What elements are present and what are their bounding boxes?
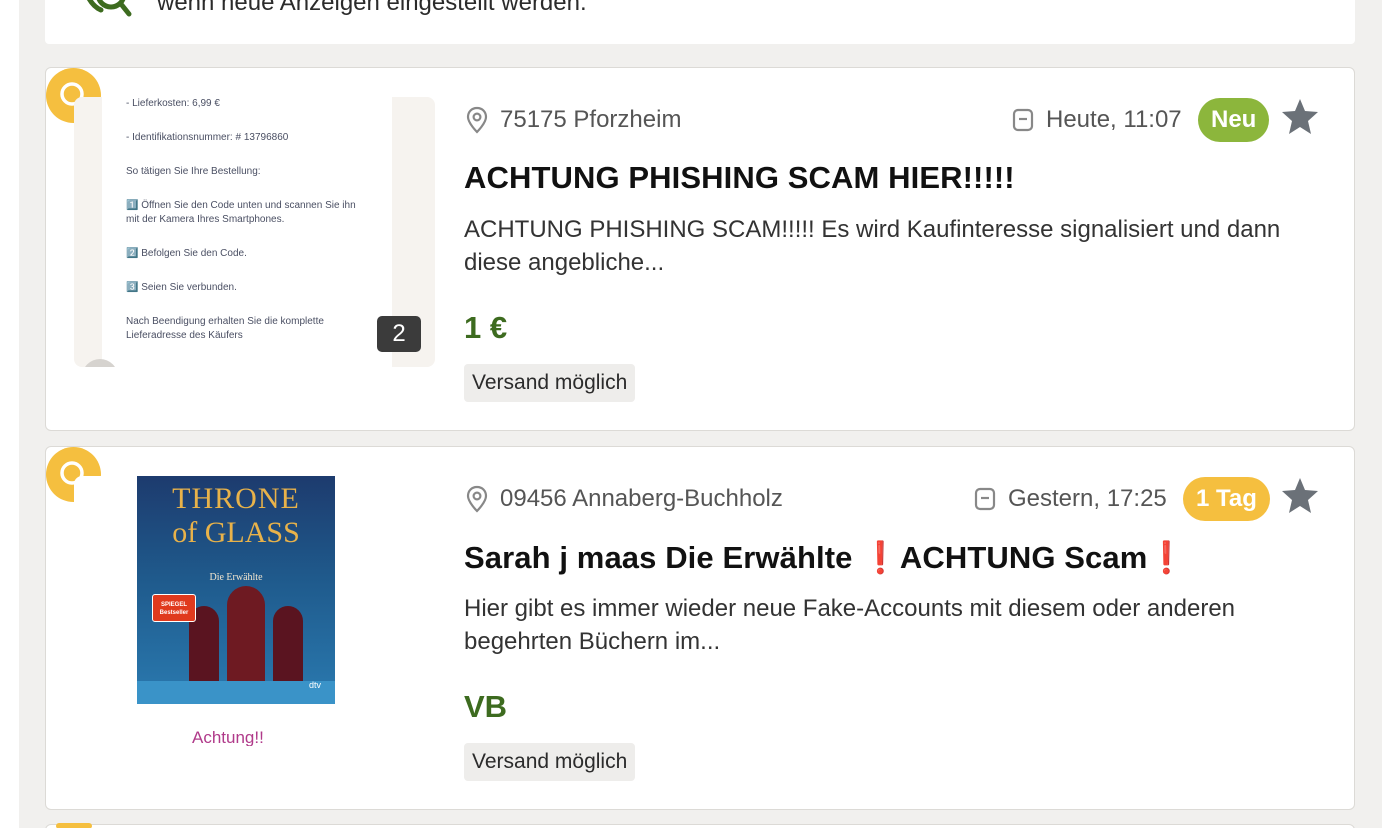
book-arch-right [273, 606, 303, 686]
star-icon[interactable] [1280, 97, 1320, 137]
exclamation-icon: ❗ [861, 540, 900, 575]
exclamation-icon: ❗ [1147, 540, 1187, 575]
book-publisher: dtv [309, 680, 322, 690]
thumbnail-text-line: Nach Beendigung erhalten Sie die komplet… [126, 316, 324, 341]
thumbnail-text-line: - Lieferkosten: 6,99 € [126, 98, 220, 109]
location-text: 75175 Pforzheim [500, 106, 682, 133]
calendar-icon [974, 487, 996, 511]
thumbnail-text-line: So tätigen Sie Ihre Bestellung: [126, 166, 261, 177]
shipping-badge: Versand möglich [464, 364, 636, 402]
book-subtitle: Die Erwählte [209, 572, 263, 583]
date-text: Gestern, 17:25 [1008, 485, 1167, 512]
calendar-icon [1012, 108, 1034, 132]
bestseller-sticker: SPIEGEL Bestseller [152, 594, 196, 622]
book-title-line2: of GLASS [172, 516, 300, 549]
location-pin-icon [466, 106, 488, 134]
listing-location: 09456 Annaberg-Buchholz [466, 485, 783, 513]
listing-card-peek[interactable] [45, 823, 1355, 828]
star-icon[interactable] [1280, 476, 1320, 516]
thumbnail-caption: Achtung!! [192, 728, 264, 746]
listing-card[interactable]: THRONE of GLASS Die Erwählte SPIEGEL Bes… [45, 446, 1355, 810]
listing-thumbnail[interactable]: THRONE of GLASS Die Erwählte SPIEGEL Bes… [74, 476, 435, 746]
listing-description: Hier gibt es immer wieder neue Fake-Acco… [464, 595, 1236, 655]
listing-price: 1 € [464, 310, 508, 345]
title-text: Sarah j maas Die Erwählte [464, 540, 862, 575]
listing-title[interactable]: Sarah j maas Die Erwählte ❗ACHTUNG Scam❗ [464, 539, 1186, 576]
thumbnail-text-line: 1️⃣ Öffnen Sie den Code unten und scanne… [126, 200, 356, 225]
banner-text: wenn neue Anzeigen eingestellt werden. [157, 0, 587, 16]
thumbnail-screenshot: - Lieferkosten: 6,99 € - Identifikations… [102, 97, 392, 367]
location-text: 09456 Annaberg-Buchholz [500, 485, 783, 512]
thumbnail-text-line: 2️⃣ Befolgen Sie den Code. [126, 248, 247, 259]
book-title-line1: THRONE [172, 482, 300, 515]
book-arch-center [227, 586, 265, 686]
search-badge-peek [56, 823, 92, 828]
date-text: Heute, 11:07 [1046, 106, 1182, 133]
listing-card[interactable]: - Lieferkosten: 6,99 € - Identifikations… [45, 67, 1355, 431]
location-pin-icon [466, 485, 488, 513]
age-badge: 1 Tag [1183, 477, 1270, 521]
listing-date: Gestern, 17:25 [974, 485, 1167, 513]
shipping-badge: Versand möglich [464, 743, 636, 781]
listing-description: ACHTUNG PHISHING SCAM!!!!! Es wird Kaufi… [464, 216, 1281, 276]
thumbnail-text-line: - Identifikationsnummer: # 13796860 [126, 132, 289, 143]
listing-location: 75175 Pforzheim [466, 106, 681, 134]
listing-price: VB [464, 689, 508, 724]
listing-date: Heute, 11:07 [1012, 106, 1182, 134]
book-cover: THRONE of GLASS Die Erwählte SPIEGEL Bes… [137, 476, 335, 704]
new-badge: Neu [1198, 98, 1270, 142]
image-count-badge: 2 [377, 316, 421, 352]
listing-title[interactable]: ACHTUNG PHISHING SCAM HIER!!!!! [464, 160, 1015, 196]
thumbnail-text-line: 3️⃣ Seien Sie verbunden. [126, 282, 237, 293]
title-text: ACHTUNG Scam [899, 540, 1148, 575]
search-alert-banner: wenn neue Anzeigen eingestellt werden. [45, 0, 1355, 44]
search-alert-icon [86, 0, 132, 17]
book-stairs [137, 681, 335, 704]
